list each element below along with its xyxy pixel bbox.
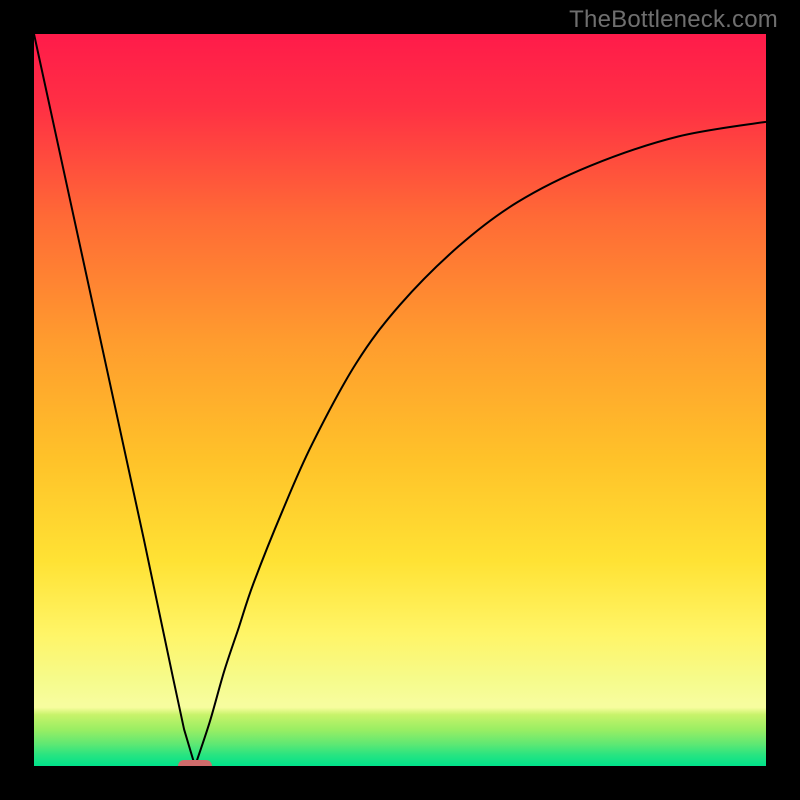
chart-background [34,34,766,766]
watermark-text: TheBottleneck.com [569,6,778,34]
chart-plot [34,34,766,766]
minimum-marker [178,760,212,766]
chart-frame: TheBottleneck.com [0,0,800,800]
